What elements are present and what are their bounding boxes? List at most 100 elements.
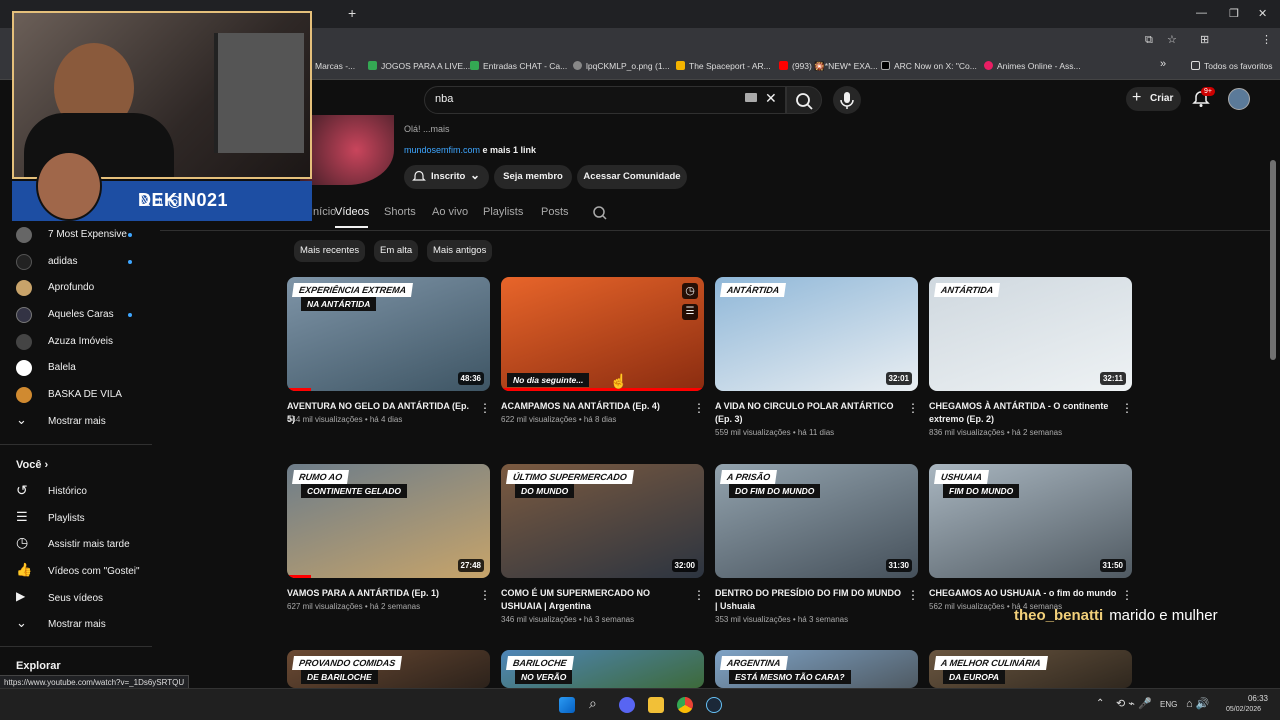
language-indicator[interactable]: ENG: [1160, 700, 1177, 709]
notifications-button[interactable]: 9+: [1192, 87, 1215, 108]
all-bookmarks-folder[interactable]: Todos os favoritos: [1191, 61, 1273, 71]
menu-icon[interactable]: ⋮: [1261, 33, 1272, 46]
steam-icon[interactable]: [706, 697, 722, 713]
video-thumbnail[interactable]: ARGENTINA ESTÁ MESMO TÃO CARA?: [715, 650, 918, 688]
sidebar-sub-azuza[interactable]: Azuza Imóveis: [0, 329, 152, 355]
sidebar-sub-adidas[interactable]: adidas: [0, 249, 152, 275]
view-count: 622 mil visualizações: [501, 415, 577, 424]
video-title[interactable]: CHEGAMOS À ANTÁRTIDA - O continente extr…: [929, 400, 1119, 426]
add-to-queue-icon[interactable]: ☰: [682, 304, 698, 320]
bookmark-item[interactable]: (993) 🎇*NEW* EXA...: [779, 61, 878, 72]
video-menu-icon[interactable]: ⋮: [479, 401, 491, 415]
channel-search-icon[interactable]: [592, 205, 608, 221]
video-menu-icon[interactable]: ⋮: [479, 588, 491, 602]
video-thumbnail[interactable]: No dia seguinte... ◷ ☰: [501, 277, 704, 391]
video-menu-icon[interactable]: ⋮: [1121, 401, 1133, 415]
sidebar-sub-7-most-expensive[interactable]: 7 Most Expensive: [0, 222, 152, 248]
video-title[interactable]: A VIDA NO CIRCULO POLAR ANTÁRTICO (Ep. 3…: [715, 400, 905, 426]
restore-icon[interactable]: ❐: [1229, 7, 1239, 20]
video-title[interactable]: CHEGAMOS AO USHUAIA - o fim do mundo: [929, 587, 1119, 600]
sidebar-item-your-videos[interactable]: ▶ Seus vídeos: [0, 586, 152, 612]
video-thumbnail[interactable]: A MELHOR CULINÁRIA DA EUROPA: [929, 650, 1132, 688]
bookmark-item[interactable]: lpqCKMLP_o.png (1...: [573, 61, 670, 71]
keyboard-icon[interactable]: [745, 93, 757, 102]
search-input[interactable]: nba ✕: [424, 86, 786, 114]
join-button[interactable]: Seja membro: [494, 165, 572, 189]
tab-home[interactable]: Início: [310, 206, 336, 218]
video-title[interactable]: COMO É UM SUPERMERCADO NO USHUAIA | Arge…: [501, 587, 691, 613]
bookmark-item[interactable]: The Spaceport - AR...: [676, 61, 771, 71]
bookmark-item[interactable]: Animes Online - Ass...: [984, 61, 1081, 71]
close-window-icon[interactable]: ✕: [1258, 7, 1267, 20]
create-button[interactable]: + Criar: [1126, 87, 1181, 111]
video-menu-icon[interactable]: ⋮: [693, 588, 705, 602]
sidebar-show-more-2[interactable]: ⌄ Mostrar mais: [0, 612, 152, 638]
sidebar-item-playlists[interactable]: ☰ Playlists: [0, 506, 152, 532]
video-thumbnail[interactable]: ÚLTIMO SUPERMERCADO DO MUNDO 32:00: [501, 464, 704, 578]
start-icon[interactable]: [559, 697, 575, 713]
video-title[interactable]: DENTRO DO PRESÍDIO DO FIM DO MUNDO | Ush…: [715, 587, 905, 613]
bookmark-item[interactable]: ARC Now on X: "Co...: [881, 61, 977, 71]
filter-oldest[interactable]: Mais antigos: [427, 240, 493, 262]
sidebar-item-history[interactable]: ↺ Histórico: [0, 479, 152, 505]
sidebar-show-more[interactable]: ⌄ Mostrar mais: [0, 409, 152, 435]
search-icon[interactable]: ⌕: [589, 695, 605, 711]
extensions-icon[interactable]: ⊞: [1200, 33, 1209, 46]
sidebar-sub-aprofundo[interactable]: Aprofundo: [0, 275, 152, 301]
channel-link[interactable]: mundosemfim.com: [404, 145, 480, 155]
cast-icon[interactable]: ⧉: [1145, 34, 1153, 47]
video-menu-icon[interactable]: ⋮: [693, 401, 705, 415]
view-count: 562 mil visualizações: [929, 602, 1005, 611]
video-thumbnail[interactable]: ANTÁRTIDA 32:01: [715, 277, 918, 391]
video-thumbnail[interactable]: EXPERIÊNCIA EXTREMA NA ANTÁRTIDA 48:36: [287, 277, 490, 391]
sidebar-item-watch-later[interactable]: ◷ Assistir mais tarde: [0, 532, 152, 558]
video-thumbnail[interactable]: PROVANDO COMIDAS DE BARILOCHE: [287, 650, 490, 688]
video-thumbnail[interactable]: USHUAIA FIM DO MUNDO 31:50: [929, 464, 1132, 578]
chrome-icon[interactable]: [677, 697, 693, 713]
tab-posts[interactable]: Posts: [541, 206, 569, 218]
tray-icons[interactable]: ⟲ ⌁ 🎤: [1116, 697, 1152, 710]
tab-shorts[interactable]: Shorts: [384, 206, 416, 218]
bookmarks-overflow-icon[interactable]: »: [1160, 58, 1166, 70]
folder-icon[interactable]: [648, 697, 664, 713]
bookmark-item[interactable]: Entradas CHAT - Ca...: [470, 61, 567, 71]
tab-videos[interactable]: Vídeos: [335, 206, 369, 218]
video-title[interactable]: ACAMPAMOS NA ANTÁRTIDA (Ep. 4): [501, 400, 691, 413]
filter-recent[interactable]: Mais recentes: [294, 240, 366, 262]
tray-chevron-icon[interactable]: ⌃: [1096, 698, 1104, 709]
user-avatar[interactable]: [1228, 88, 1250, 110]
tab-live[interactable]: Ao vivo: [432, 206, 468, 218]
video-title[interactable]: VAMOS PARA A ANTÁRTIDA (Ep. 1): [287, 587, 477, 600]
clear-search-icon[interactable]: ✕: [765, 90, 777, 107]
bookmark-star-icon[interactable]: ☆: [1167, 33, 1177, 46]
video-thumbnail[interactable]: RUMO AO CONTINENTE GELADO 27:48: [287, 464, 490, 578]
video-thumbnail[interactable]: BARILOCHE NO VERÃO: [501, 650, 704, 688]
sidebar-you-heading[interactable]: Você ›: [16, 459, 48, 471]
search-button[interactable]: [786, 86, 822, 114]
sidebar-sub-balela[interactable]: Balela: [0, 355, 152, 381]
subscribed-button[interactable]: Inscrito ⌄: [404, 165, 489, 189]
video-menu-icon[interactable]: ⋮: [907, 401, 919, 415]
sidebar-item-liked[interactable]: 👍 Vídeos com "Gostei": [0, 559, 152, 585]
tab-playlists[interactable]: Playlists: [483, 206, 523, 218]
bookmark-item[interactable]: Marcas -...: [315, 61, 355, 71]
video-thumbnail[interactable]: ANTÁRTIDA 32:11: [929, 277, 1132, 391]
sidebar-sub-aqueles-caras[interactable]: Aqueles Caras: [0, 302, 152, 328]
sidebar-sub-baska[interactable]: BASKA DE VILA: [0, 382, 152, 408]
video-menu-icon[interactable]: ⋮: [1121, 588, 1133, 602]
watch-progress-bar: [287, 388, 312, 391]
windows-taskbar: ⌕ ⌃ ⟲ ⌁ 🎤 ENG ⌂ 🔊 06:33 05/02/2026: [0, 688, 1280, 720]
bookmark-item[interactable]: JOGOS PARA A LIVE...: [368, 61, 470, 71]
video-thumbnail[interactable]: A PRISÃO DO FIM DO MUNDO 31:30: [715, 464, 918, 578]
video-menu-icon[interactable]: ⋮: [907, 588, 919, 602]
community-button[interactable]: Acessar Comunidade: [577, 165, 687, 189]
network-volume-icons[interactable]: ⌂ 🔊: [1186, 697, 1209, 710]
discord-icon[interactable]: [619, 697, 635, 713]
minimize-icon[interactable]: —: [1196, 7, 1207, 19]
voice-search-button[interactable]: [833, 86, 861, 114]
filter-popular[interactable]: Em alta: [374, 240, 419, 262]
watch-later-icon[interactable]: ◷: [682, 283, 698, 299]
new-tab-button[interactable]: +: [348, 5, 356, 21]
page-scrollbar[interactable]: [1270, 160, 1276, 360]
channel-about[interactable]: Olá! ...mais: [404, 124, 450, 134]
